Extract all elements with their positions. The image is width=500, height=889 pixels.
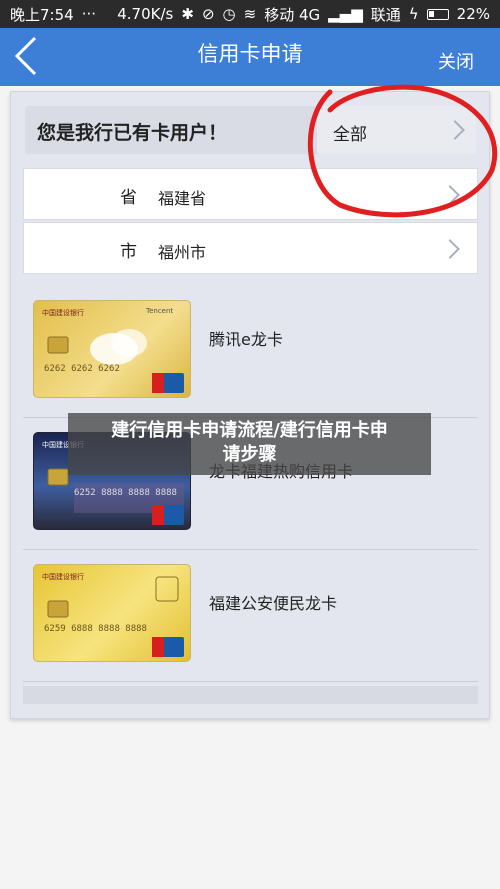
status-bar: 晚上7:54 ··· 4.70K/s ✱ ⊘ ◷ ≋ 移动 4G ▂▄▆ 联通 … <box>0 0 500 28</box>
signal-icon: ▂▄▆ <box>328 5 363 23</box>
battery-icon <box>426 8 449 20</box>
card-bank-name: 中国建设银行 <box>42 572 84 581</box>
status-right: 4.70K/s ✱ ⊘ ◷ ≋ 移动 4G ▂▄▆ 联通 ϟ 22% <box>117 4 490 25</box>
city-label: 市 <box>120 242 137 262</box>
card-number: 6259 6888 8888 8888 <box>44 624 147 634</box>
chevron-right-icon <box>440 185 460 205</box>
chevron-right-icon <box>440 239 460 259</box>
card-item[interactable]: 中国建设银行 6259 6888 8888 8888 福建公安便民龙卡 <box>23 550 478 682</box>
list-bottom-strip <box>23 686 478 704</box>
card-name: 腾讯e龙卡 <box>209 330 283 349</box>
network-speed: 4.70K/s <box>117 5 174 23</box>
overlay-caption-line1: 建行信用卡申请流程/建行信用卡申 <box>111 420 388 441</box>
card-image-police-service: 中国建设银行 6259 6888 8888 8888 <box>33 564 191 662</box>
card-number: 6262 6262 6262 <box>44 364 120 374</box>
user-type-value: 全部 <box>333 125 367 145</box>
province-select[interactable]: 省 福建省 <box>23 168 478 220</box>
carrier-primary: 移动 4G <box>264 5 321 24</box>
province-value: 福建省 <box>158 189 207 208</box>
close-button[interactable]: 关闭 <box>438 48 474 74</box>
carrier-secondary: 联通 <box>370 5 401 24</box>
province-label: 省 <box>120 188 137 208</box>
chevron-right-icon <box>445 120 465 140</box>
user-type-select[interactable]: 全部 <box>317 106 476 154</box>
card-image-tencent: 中国建设银行 Tencent 6262 6262 6262 <box>33 300 191 398</box>
status-time: 晚上7:54 <box>10 5 74 24</box>
wifi-icon: ≋ <box>243 5 257 23</box>
overlay-caption: 建行信用卡申请流程/建行信用卡申 请步骤 <box>68 413 431 475</box>
charging-icon: ϟ <box>408 5 419 23</box>
city-select[interactable]: 市 福州市 <box>23 222 478 274</box>
card-number: 6252 8888 8888 8888 <box>74 488 177 498</box>
existing-user-question: 您是我行已有卡用户！ <box>37 122 228 144</box>
card-name: 福建公安便民龙卡 <box>209 594 338 613</box>
card-bank-name: 中国建设银行 <box>42 308 84 317</box>
mute-icon: ⊘ <box>201 5 215 23</box>
status-dots: ··· <box>81 5 96 23</box>
status-left: 晚上7:54 ··· <box>10 4 96 25</box>
application-panel: 您是我行已有卡用户！ 全部 省 福建省 市 福州市 中国建设银行 Tencent… <box>10 91 490 719</box>
battery-level: 22% <box>456 5 490 23</box>
card-brand: Tencent <box>145 307 173 315</box>
alarm-icon: ◷ <box>222 5 236 23</box>
overlay-caption-line2: 请步骤 <box>222 444 277 465</box>
nav-bar: 信用卡申请 关闭 <box>0 28 500 86</box>
page-title: 信用卡申请 <box>197 42 303 66</box>
bluetooth-icon: ✱ <box>181 5 194 23</box>
city-value: 福州市 <box>158 243 207 262</box>
card-item[interactable]: 中国建设银行 Tencent 6262 6262 6262 腾讯e龙卡 <box>23 286 478 418</box>
existing-user-row: 您是我行已有卡用户！ 全部 <box>25 106 476 154</box>
